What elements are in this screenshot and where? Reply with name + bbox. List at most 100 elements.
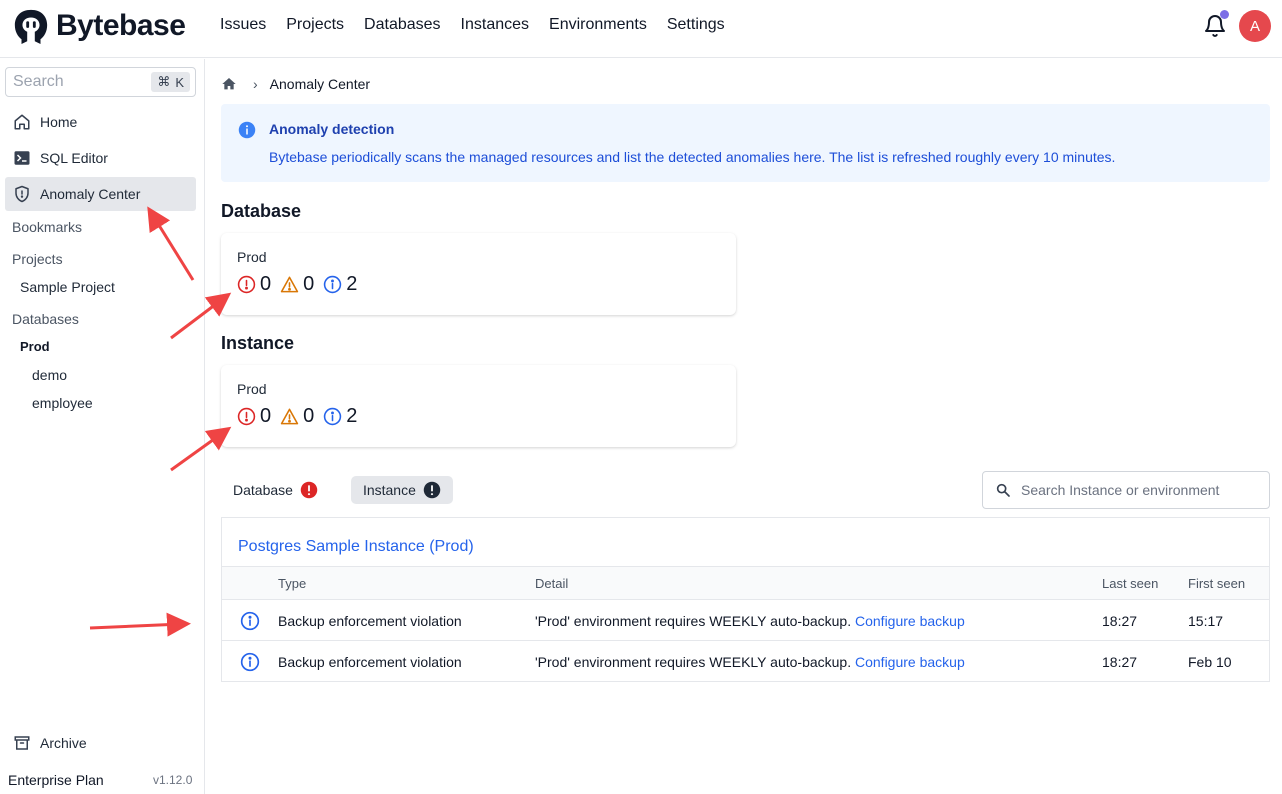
error-count: 0 [260, 273, 272, 295]
nav-settings[interactable]: Settings [667, 16, 725, 34]
first-seen: Feb 10 [1188, 654, 1232, 670]
info-icon [240, 652, 260, 672]
nav-environments[interactable]: Environments [549, 16, 647, 34]
notification-dot [1220, 10, 1229, 19]
instance-section-title: Instance [221, 333, 295, 353]
last-seen: 18:27 [1102, 654, 1138, 670]
sidebar-project-item[interactable]: Sample Project [20, 279, 115, 295]
anomaly-table-panel: Postgres Sample Instance (Prod) Type Det… [221, 517, 1270, 682]
sidebar-item-archive[interactable]: Archive [5, 726, 196, 760]
plan-label[interactable]: Enterprise Plan [8, 772, 104, 788]
version-label: v1.12.0 [153, 773, 193, 787]
terminal-icon [14, 151, 30, 165]
first-seen: 15:17 [1188, 613, 1224, 629]
logo[interactable]: Bytebase [12, 7, 186, 45]
info-count: 2 [346, 273, 358, 295]
info-count: 2 [346, 405, 358, 427]
sidebar-item-label: Archive [40, 735, 87, 751]
env-label: Prod [237, 249, 267, 265]
alert-circle-icon [423, 481, 441, 499]
sidebar-db-item[interactable]: demo [32, 367, 67, 383]
anomaly-detail: 'Prod' environment requires WEEKLY auto-… [535, 613, 965, 629]
tab-label: Instance [362, 482, 416, 498]
avatar[interactable]: A [1239, 10, 1271, 42]
anomaly-counts: 0 0 2 [237, 273, 366, 296]
alert-circle-icon [300, 481, 318, 499]
top-bar: Bytebase Issues Projects Databases Insta… [0, 0, 1282, 58]
sidebar: Search ⌘ K Home SQL Editor Anomaly Cente… [0, 59, 205, 794]
projects-label[interactable]: Projects [12, 251, 63, 267]
anomaly-tabs: Database Instance [221, 476, 453, 504]
alert-title: Anomaly detection [269, 121, 395, 137]
warning-icon [280, 276, 299, 293]
databases-label[interactable]: Databases [12, 311, 79, 327]
column-header: Detail [535, 576, 569, 591]
breadcrumb-current: Anomaly Center [269, 76, 371, 92]
breadcrumb: › Anomaly Center [221, 76, 370, 92]
nav-issues[interactable]: Issues [220, 16, 266, 34]
info-icon [238, 121, 256, 139]
sidebar-db-item[interactable]: employee [32, 395, 93, 411]
tab-database[interactable]: Database [221, 476, 330, 504]
nav-instances[interactable]: Instances [461, 16, 529, 34]
configure-backup-link[interactable]: Configure backup [855, 613, 965, 629]
shortcut-key: K [175, 74, 184, 90]
nav-databases[interactable]: Databases [364, 16, 441, 34]
search-icon [996, 483, 1010, 497]
tab-label: Database [233, 482, 293, 498]
column-header: First seen [1188, 576, 1246, 591]
anomaly-type: Backup enforcement violation [278, 654, 462, 670]
column-header: Last seen [1102, 576, 1159, 591]
sidebar-item-label: Home [40, 114, 78, 130]
table-header: Type Detail Last seen First seen [222, 566, 1269, 600]
bookmarks-label[interactable]: Bookmarks [12, 219, 82, 235]
env-label: Prod [237, 381, 267, 397]
database-section-title: Database [221, 201, 302, 221]
table-row: Backup enforcement violation 'Prod' envi… [222, 641, 1269, 682]
command-key-symbol: ⌘ [157, 74, 171, 89]
database-summary-card[interactable]: Prod 0 0 2 [221, 233, 736, 315]
warning-icon [280, 408, 299, 425]
sidebar-item-label: Anomaly Center [40, 186, 141, 202]
instance-search-input[interactable]: Search Instance or environment [982, 471, 1270, 509]
last-seen: 18:27 [1102, 613, 1138, 629]
info-alert: Anomaly detection Bytebase periodically … [221, 104, 1270, 182]
search-placeholder: Search Instance or environment [1021, 482, 1220, 498]
sidebar-item-home[interactable]: Home [5, 105, 196, 139]
info-icon [240, 611, 260, 631]
anomaly-counts: 0 0 2 [237, 405, 366, 428]
sidebar-item-anomaly-center[interactable]: Anomaly Center [5, 177, 196, 211]
configure-backup-link[interactable]: Configure backup [855, 654, 965, 670]
column-header: Type [278, 576, 307, 591]
info-icon [324, 275, 342, 294]
table-row: Backup enforcement violation 'Prod' envi… [222, 600, 1269, 641]
archive-icon [14, 736, 30, 750]
warning-count: 0 [303, 273, 315, 295]
error-count: 0 [260, 405, 272, 427]
alert-description: Bytebase periodically scans the managed … [269, 149, 1116, 165]
home-icon[interactable] [221, 76, 237, 92]
info-icon [324, 407, 342, 426]
error-icon [237, 407, 256, 426]
sidebar-db-env[interactable]: Prod [20, 339, 50, 354]
instance-link[interactable]: Postgres Sample Instance (Prod) [238, 538, 474, 556]
detail-text: 'Prod' environment requires WEEKLY auto-… [535, 613, 852, 629]
bytebase-logo-icon [14, 9, 48, 45]
nav-projects[interactable]: Projects [286, 16, 344, 34]
sidebar-search-input[interactable]: Search ⌘ K [5, 67, 196, 97]
search-placeholder: Search [13, 73, 64, 90]
main-nav: Issues Projects Databases Instances Envi… [220, 16, 725, 34]
shield-icon [15, 185, 29, 203]
brand-name: Bytebase [56, 9, 186, 42]
warning-count: 0 [303, 405, 315, 427]
anomaly-detail: 'Prod' environment requires WEEKLY auto-… [535, 654, 965, 670]
home-icon [14, 114, 30, 130]
sidebar-item-label: SQL Editor [40, 150, 108, 166]
sidebar-item-sql-editor[interactable]: SQL Editor [5, 141, 196, 175]
anomaly-type: Backup enforcement violation [278, 613, 462, 629]
detail-text: 'Prod' environment requires WEEKLY auto-… [535, 654, 852, 670]
error-icon [237, 275, 256, 294]
search-shortcut: ⌘ K [151, 72, 190, 92]
tab-instance[interactable]: Instance [350, 476, 453, 504]
instance-summary-card[interactable]: Prod 0 0 2 [221, 365, 736, 447]
